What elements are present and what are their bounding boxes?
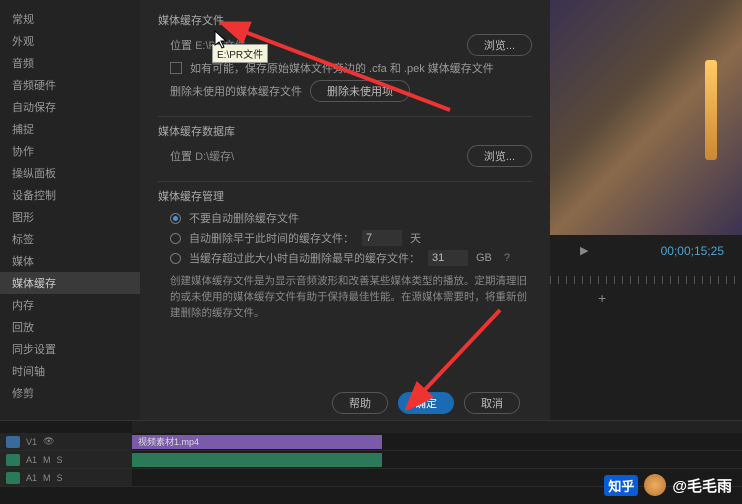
cache-db-loc-value: D:\缓存\ (195, 151, 234, 163)
plus-icon[interactable]: + (598, 290, 606, 306)
audio-clip[interactable] (132, 453, 382, 467)
delete-unused-label: 删除未使用的媒体缓存文件 (170, 83, 302, 99)
track-label: V1 (26, 437, 37, 447)
radio-delete-over-size-label: 当缓存超过此大小时自动删除最早的缓存文件： (189, 250, 420, 266)
track-row-a1: A1 M S (0, 451, 742, 469)
sidebar-item-labels[interactable]: 标签 (0, 228, 140, 250)
cache-mgmt-title: 媒体缓存管理 (158, 188, 532, 204)
sidebar-item-graphics[interactable]: 图形 (0, 206, 140, 228)
mouse-cursor-icon (214, 30, 230, 50)
mute-icon[interactable]: M (43, 473, 51, 483)
sidebar-item-sync[interactable]: 同步设置 (0, 338, 140, 360)
sidebar-item-general[interactable]: 常规 (0, 8, 140, 30)
sidebar-item-playback[interactable]: 回放 (0, 316, 140, 338)
size-input[interactable] (428, 250, 468, 266)
author-name: @毛毛雨 (672, 475, 732, 496)
eye-icon[interactable]: 👁 (43, 436, 54, 447)
track-toggle-icon[interactable] (6, 472, 20, 484)
timeline-ruler[interactable] (132, 421, 742, 433)
track-label: A1 (26, 473, 37, 483)
ok-button[interactable]: 确定 (398, 392, 454, 414)
cancel-button[interactable]: 取消 (464, 392, 520, 414)
size-unit: GB (476, 252, 492, 264)
track-toggle-icon[interactable] (6, 436, 20, 448)
sidebar-item-capture[interactable]: 捕捉 (0, 118, 140, 140)
sidebar-item-audio-hardware[interactable]: 音频硬件 (0, 74, 140, 96)
cache-db-loc-label: 位置 (170, 151, 192, 163)
sidebar-item-audio[interactable]: 音频 (0, 52, 140, 74)
sidebar-item-control-surface[interactable]: 操纵面板 (0, 162, 140, 184)
author-avatar (644, 474, 666, 496)
sidebar-item-appearance[interactable]: 外观 (0, 30, 140, 52)
days-input[interactable] (362, 230, 402, 246)
cache-loc-label: 位置 (170, 40, 192, 52)
save-next-to-media-checkbox[interactable] (170, 62, 182, 74)
delete-unused-button[interactable]: 删除未使用项 (310, 80, 410, 102)
radio-delete-older-label: 自动删除早于此时间的缓存文件： (189, 230, 354, 246)
sidebar-item-device-control[interactable]: 设备控制 (0, 184, 140, 206)
cache-mgmt-description: 创建媒体缓存文件是为显示音频波形和改善某些媒体类型的播放。定期清理旧的或未使用的… (170, 274, 532, 321)
radio-delete-over-size[interactable] (170, 253, 181, 264)
zhihu-logo: 知乎 (604, 475, 638, 496)
days-unit: 天 (410, 230, 421, 246)
radio-no-auto-delete-label: 不要自动删除缓存文件 (189, 210, 299, 226)
play-icon[interactable]: ▶ (580, 244, 588, 257)
question-icon[interactable]: ? (504, 252, 510, 264)
track-header-v1[interactable]: V1 👁 (0, 433, 132, 450)
track-label: A1 (26, 455, 37, 465)
mute-icon[interactable]: M (43, 455, 51, 465)
cache-db-title: 媒体缓存数据库 (158, 123, 532, 139)
mini-ruler[interactable] (550, 276, 742, 284)
browse-db-button[interactable]: 浏览... (467, 145, 532, 167)
program-monitor-panel: ▶ 00;00;15;25 + (550, 0, 742, 420)
browse-cache-button[interactable]: 浏览... (467, 34, 532, 56)
sidebar-item-trim[interactable]: 修剪 (0, 382, 140, 404)
video-preview[interactable] (550, 0, 742, 235)
sidebar-item-timeline[interactable]: 时间轴 (0, 360, 140, 382)
sidebar-item-memory[interactable]: 内存 (0, 294, 140, 316)
video-clip[interactable]: 视频素材1.mp4 (132, 435, 382, 449)
solo-icon[interactable]: S (57, 455, 63, 465)
timecode-display[interactable]: 00;00;15;25 (661, 244, 724, 258)
track-header-a1[interactable]: A1 M S (0, 451, 132, 468)
preferences-sidebar: 常规 外观 音频 音频硬件 自动保存 捕捉 协作 操纵面板 设备控制 图形 标签… (0, 0, 140, 420)
watermark: 知乎 @毛毛雨 (604, 474, 732, 496)
sidebar-item-autosave[interactable]: 自动保存 (0, 96, 140, 118)
track-header-a2[interactable]: A1 M S (0, 469, 132, 486)
clip-label: 视频素材1.mp4 (138, 435, 199, 448)
preferences-content: 媒体缓存文件 位置 E:\PR文件 浏览... 如有可能，保存原始媒体文件旁边的… (140, 0, 550, 420)
sidebar-item-collab[interactable]: 协作 (0, 140, 140, 162)
radio-no-auto-delete[interactable] (170, 213, 181, 224)
sidebar-item-media[interactable]: 媒体 (0, 250, 140, 272)
sidebar-item-media-cache[interactable]: 媒体缓存 (0, 272, 140, 294)
help-button[interactable]: 帮助 (332, 392, 388, 414)
solo-icon[interactable]: S (57, 473, 63, 483)
track-toggle-icon[interactable] (6, 454, 20, 466)
radio-delete-older-than[interactable] (170, 233, 181, 244)
cache-files-title: 媒体缓存文件 (158, 12, 532, 28)
track-row-v1: V1 👁 视频素材1.mp4 (0, 433, 742, 451)
